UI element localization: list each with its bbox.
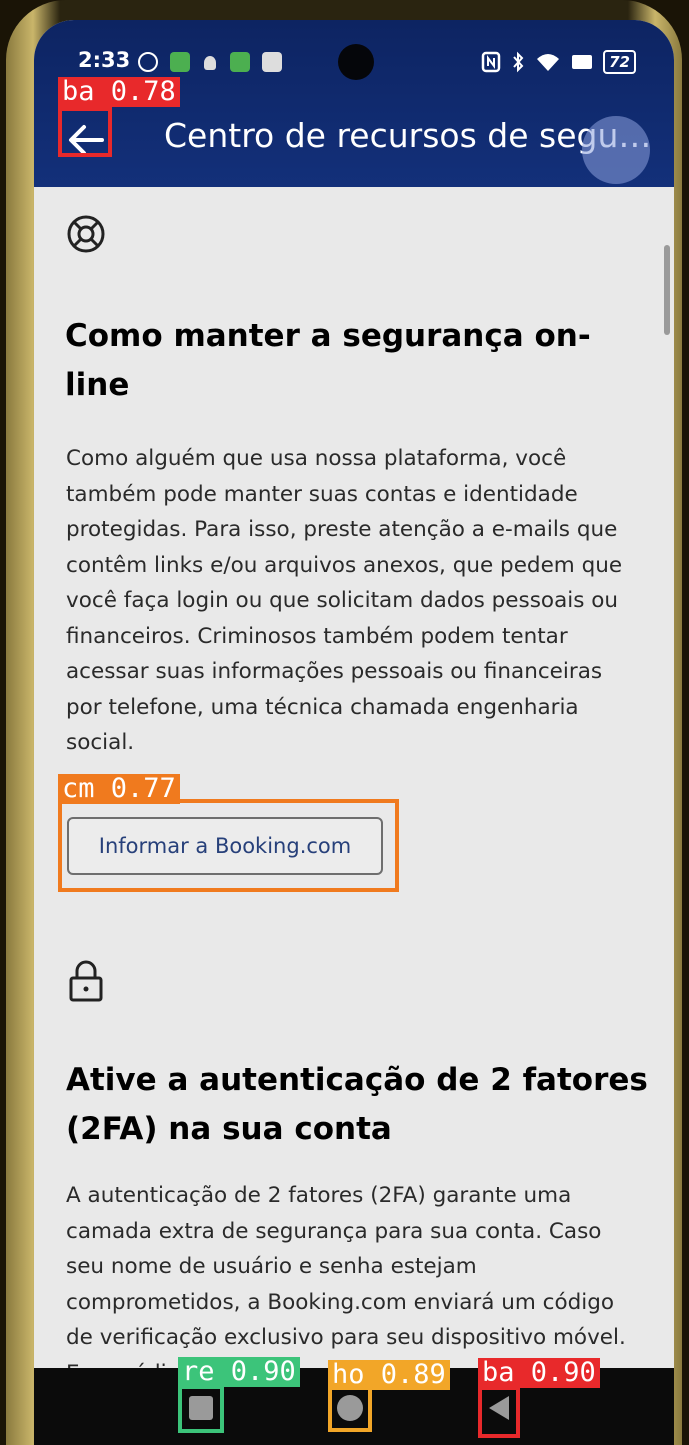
detection-box xyxy=(58,799,399,892)
app2-status-icon xyxy=(230,52,250,72)
app-status-icon xyxy=(170,52,190,72)
body-line: financeiros. Criminosos também podem ten… xyxy=(66,623,568,649)
heading-line: (2FA) na sua conta xyxy=(66,1111,392,1147)
detection-label: re 0.90 xyxy=(178,1357,300,1387)
body-line: também pode manter suas contas e identid… xyxy=(66,481,578,507)
body-line: comprometidos, a Booking.com enviará um … xyxy=(66,1289,615,1315)
body-line: por telefone, uma técnica chamada engenh… xyxy=(66,694,579,720)
detection-box xyxy=(478,1386,520,1438)
notification-status-icon xyxy=(204,56,216,70)
body-line: contêm links e/ou arquivos anexos, que p… xyxy=(66,552,623,578)
body-line: de verificação exclusivo para seu dispos… xyxy=(66,1325,626,1350)
settings-status-icon xyxy=(138,52,158,72)
image-status-icon xyxy=(262,52,282,72)
body-line: Como alguém que usa nossa plataforma, vo… xyxy=(66,446,567,471)
body-line: social. xyxy=(66,730,135,755)
lifebuoy-icon xyxy=(66,214,106,258)
body-line: A autenticação de 2 fatores (2FA) garant… xyxy=(66,1183,572,1208)
screen-status-icon xyxy=(572,55,593,69)
lock-icon xyxy=(68,960,104,1008)
body-line: seu nome de usuário e senha estejam xyxy=(66,1254,477,1279)
detection-box xyxy=(328,1386,372,1432)
body-line: acessar suas informações pessoais ou fin… xyxy=(66,659,603,684)
heading-line: line xyxy=(65,367,130,403)
detection-box xyxy=(178,1385,224,1433)
detection-label: ba 0.90 xyxy=(478,1358,600,1388)
screen: 2:33 72 Centro de recursos de segura... xyxy=(34,20,674,1445)
front-camera xyxy=(338,44,374,80)
bluetooth-icon xyxy=(513,51,524,73)
status-right-icons: 72 xyxy=(481,50,636,74)
body-line: você faça login ou que solicitam dados p… xyxy=(66,588,619,613)
section-body-safety: Como alguém que usa nossa plataforma, vo… xyxy=(66,441,622,761)
section-heading-2fa: Ative a autenticação de 2 fatores (2FA) … xyxy=(66,1056,648,1154)
nfc-icon xyxy=(481,51,501,73)
detection-label: ba 0.78 xyxy=(58,77,180,107)
heading-line: Ative a autenticação de 2 fatores xyxy=(66,1062,648,1098)
touch-indicator xyxy=(582,116,650,184)
body-line: protegidas. Para isso, preste atenção a … xyxy=(66,517,618,542)
battery-indicator: 72 xyxy=(603,50,636,74)
section-heading-safety: Como manter a segurança on- line xyxy=(65,312,591,410)
status-time: 2:33 xyxy=(78,48,131,72)
scrollbar[interactable] xyxy=(664,245,670,335)
wifi-icon xyxy=(537,54,560,71)
detection-box xyxy=(58,107,112,157)
heading-line: Como manter a segurança on- xyxy=(65,318,591,354)
body-line: camada extra de segurança para sua conta… xyxy=(66,1218,602,1244)
page-title: Centro de recursos de segura... xyxy=(164,116,654,155)
